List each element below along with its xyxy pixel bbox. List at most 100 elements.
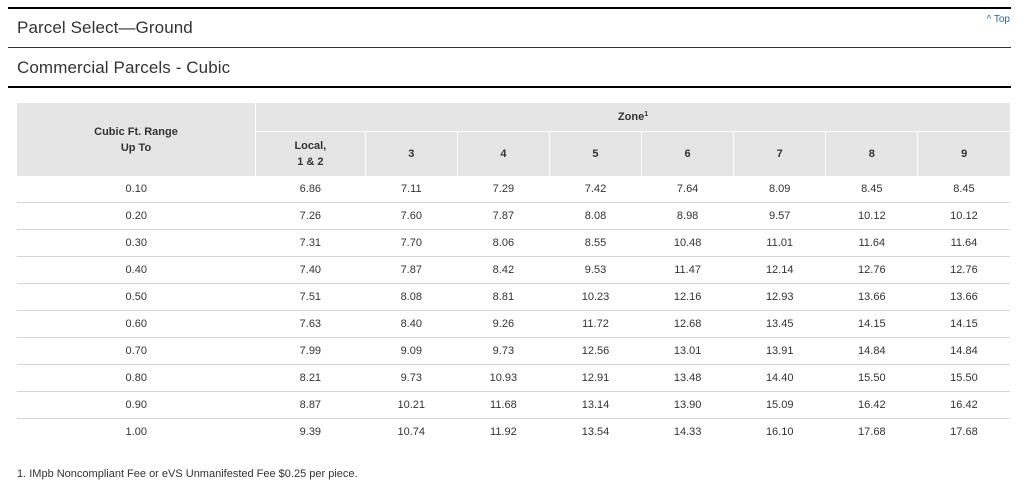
price-cell: 14.33: [641, 418, 734, 445]
price-cell: 7.87: [457, 202, 550, 230]
price-cell: 14.15: [825, 310, 918, 338]
zone-column-header: 9: [917, 131, 1010, 176]
price-cell: 8.06: [457, 229, 550, 257]
price-cell: 16.42: [825, 391, 918, 419]
cubic-range-cell: 0.80: [17, 364, 256, 392]
zone-column-header: 8: [825, 131, 918, 176]
footnote: 1. IMpb Noncompliant Fee or eVS Unmanife…: [17, 468, 358, 480]
zone-column-label: 9: [961, 148, 968, 160]
price-cell: 7.11: [400, 183, 422, 195]
price-cell: 16.42: [917, 391, 1010, 419]
price-cell: 7.60: [365, 202, 458, 230]
price-cell: 8.42: [457, 256, 550, 284]
price-cell: 15.50: [917, 364, 1010, 392]
price-cell: 8.98: [641, 202, 734, 230]
range-header-line2: Up To: [120, 141, 152, 154]
zone-column-label: 6: [684, 148, 691, 160]
price-cell: 11.92: [457, 418, 550, 445]
price-cell: 7.29: [492, 183, 515, 195]
price-cell: 14.40: [733, 364, 826, 392]
table-row: 0.60 7.63 8.40 9.26 11.72 12.68 13.45 14.15 14.1…: [17, 310, 1010, 338]
price-cell: 8.09: [769, 183, 791, 195]
table-title-rule: [8, 86, 1011, 88]
price-cell: 7.87: [365, 256, 458, 284]
price-cell: 8.40: [365, 310, 458, 338]
price-cell: 12.76: [917, 256, 1010, 284]
table-row: 0.90 8.87 10.21 11.68 13.14 13.90 15.09 16.42 16…: [17, 391, 1010, 419]
price-cell: 15.50: [825, 364, 918, 392]
top-rule: [8, 7, 1011, 9]
price-cell: 8.81: [457, 283, 550, 311]
price-cell: 9.73: [457, 337, 550, 365]
rates-body: 0.10 6.86 7.11 7.29 7.42 7.64 8.09 8.45 8.45 0.20…: [17, 176, 1010, 445]
price-cell: 13.48: [641, 364, 734, 392]
cubic-range-cell: 0.10: [125, 183, 147, 195]
price-cell: 11.64: [917, 229, 1010, 257]
price-cell: 10.48: [641, 229, 734, 257]
price-cell: 11.01: [733, 229, 826, 257]
price-cell: 13.66: [825, 283, 918, 311]
price-cell: 9.39: [255, 418, 366, 445]
price-cell: 11.64: [825, 229, 918, 257]
cubic-range-cell: 0.50: [17, 283, 256, 311]
zone-column-header: Local, 1 & 2: [255, 131, 366, 176]
price-cell: 9.73: [365, 364, 458, 392]
price-cell: 7.42: [584, 183, 607, 195]
price-cell: 7.51: [255, 283, 366, 311]
price-cell: 17.68: [825, 418, 918, 445]
price-cell: 16.10: [733, 418, 826, 445]
zone-column-label: 3: [408, 148, 415, 160]
zone-column-header: 3: [364, 131, 458, 176]
price-cell: 8.21: [255, 364, 366, 392]
price-cell: 13.66: [917, 283, 1010, 311]
price-cell: 9.26: [457, 310, 550, 338]
price-cell: 7.31: [255, 229, 366, 257]
cubic-range-cell: 0.30: [17, 229, 256, 257]
price-cell: 8.45: [953, 183, 975, 195]
back-to-top-link[interactable]: ^ Top: [987, 14, 1010, 25]
price-cell: 14.84: [825, 337, 918, 365]
price-cell: 13.45: [733, 310, 826, 338]
price-cell: 7.40: [255, 256, 366, 284]
price-cell: 12.16: [641, 283, 734, 311]
price-cell: 12.91: [549, 364, 642, 392]
price-cell: 12.56: [549, 337, 642, 365]
price-cell: 17.68: [917, 418, 1010, 445]
cubic-range-cell: 0.20: [17, 202, 256, 230]
range-column-header: Cubic Ft. Range Up To: [17, 103, 256, 176]
price-cell: 7.64: [676, 183, 699, 195]
zone-header-label: Zone: [617, 111, 645, 123]
table-title: Commercial Parcels - Cubic: [17, 58, 231, 77]
price-cell: 12.14: [733, 256, 826, 284]
price-cell: 10.21: [365, 391, 458, 419]
range-header-line1: Cubic Ft. Range: [94, 125, 178, 138]
price-cell: 14.84: [917, 337, 1010, 365]
price-cell: 14.15: [917, 310, 1010, 338]
price-cell: 7.99: [255, 337, 366, 365]
zone-column-label: Local,: [294, 140, 327, 152]
price-cell: 12.93: [733, 283, 826, 311]
table-row: 0.20 7.26 7.60 7.87 8.08 8.98 9.57 10.12 10.12: [17, 202, 1010, 230]
price-cell: 6.86: [299, 183, 322, 195]
price-cell: 13.91: [733, 337, 826, 365]
cubic-rates-table: Cubic Ft. Range Up To Zone1 Local, 1 & 2 3…: [17, 103, 1010, 445]
price-cell: 8.08: [365, 283, 458, 311]
cubic-range-cell: 0.60: [17, 310, 256, 338]
price-cell: 8.55: [549, 229, 642, 257]
zone-column-label: 4: [500, 148, 507, 160]
table-row: 0.40 7.40 7.87 8.42 9.53 11.47 12.14 12.76 12.76: [17, 256, 1010, 284]
zone-group-header: Zone1: [255, 103, 1010, 132]
table-row: 0.80 8.21 9.73 10.93 12.91 13.48 14.40 15.50 15.…: [17, 364, 1010, 392]
price-cell: 10.12: [825, 202, 918, 230]
zone-column-label-line2: 1 & 2: [297, 156, 324, 168]
zone-column-header: 4: [456, 131, 550, 176]
zone-column-header: 7: [733, 131, 826, 176]
price-cell: 10.74: [365, 418, 458, 445]
price-cell: 10.23: [549, 283, 642, 311]
table-row: 0.70 7.99 9.09 9.73 12.56 13.01 13.91 14.84 14.8…: [17, 337, 1010, 365]
price-cell: 7.70: [365, 229, 458, 257]
price-cell: 12.76: [825, 256, 918, 284]
price-cell: 7.26: [255, 202, 366, 230]
cubic-range-cell: 1.00: [17, 418, 256, 445]
price-cell: 13.54: [549, 418, 642, 445]
